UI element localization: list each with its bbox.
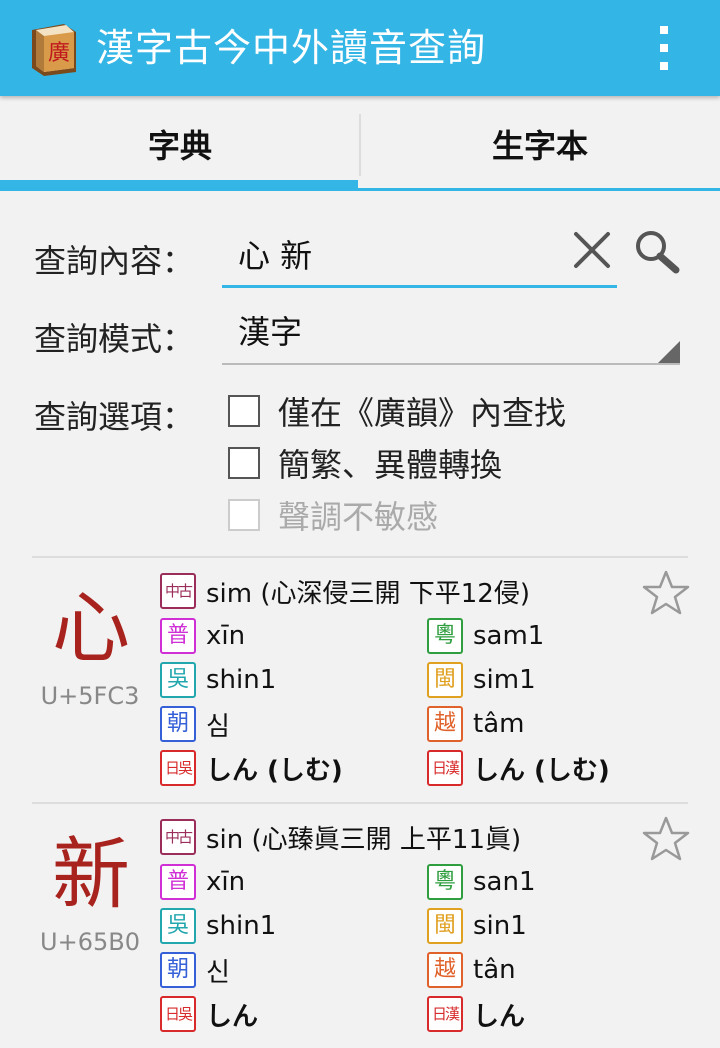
japanese-kan-badge: 日漢 (427, 750, 463, 786)
reading-value: shin1 (206, 911, 277, 941)
query-input[interactable]: 心 新 (222, 230, 617, 288)
tab-vocabulary[interactable]: 生字本 (360, 96, 720, 192)
search-icon[interactable] (632, 228, 682, 274)
reading-value: san1 (473, 867, 536, 897)
reading-middle-chinese: 中古 sin (心臻眞三開 上平11眞) (160, 817, 521, 857)
dropdown-triangle-icon (658, 341, 680, 363)
reading-value: sin (心臻眞三開 上平11眞) (206, 824, 522, 855)
middle-chinese-badge: 中古 (160, 819, 196, 855)
reading-japanese-go: 日吳 しん (しむ) (160, 748, 343, 788)
japanese-go-badge: 日吳 (160, 996, 196, 1032)
wu-badge: 吳 (160, 908, 196, 944)
reading-wu: 吳 shin1 (160, 906, 276, 946)
mandarin-badge: 普 (160, 618, 196, 654)
checkbox-tone-insensitive (228, 499, 260, 531)
minnan-badge: 閩 (427, 908, 463, 944)
reading-cantonese: 粵 sam1 (427, 616, 544, 656)
reading-korean: 朝 심 (160, 704, 230, 744)
clear-icon[interactable] (570, 228, 614, 272)
reading-value: xīn (206, 621, 246, 651)
reading-value: しん (しむ) (206, 755, 343, 786)
reading-value: しん (473, 1001, 526, 1032)
option-guangyun-only[interactable]: 僅在《廣韻》內查找 (228, 391, 567, 432)
entry-character: 心 (51, 584, 130, 674)
reading-korean: 朝 신 (160, 950, 230, 990)
tab-dictionary[interactable]: 字典 (0, 96, 360, 192)
reading-value: しん (206, 1001, 259, 1032)
options-label: 查詢選項： (34, 398, 195, 436)
tab-selected-indicator (0, 180, 358, 191)
entry-codepoint: U+65B0 (40, 928, 140, 956)
option-tone-insensitive: 聲調不敏感 (228, 495, 439, 536)
reading-value: しん (しむ) (473, 755, 610, 786)
result-entry[interactable]: 新 U+65B0 中古 sin (心臻眞三開 上平11眞) 普 xīn 粵 sa… (0, 804, 720, 1048)
option-label: 聲調不敏感 (278, 498, 439, 536)
entry-character: 新 (51, 830, 130, 920)
wu-badge: 吳 (160, 662, 196, 698)
app-title: 漢字古今中外讀音查詢 (96, 26, 487, 70)
reading-vietnamese: 越 tâm (427, 704, 524, 744)
japanese-go-badge: 日吳 (160, 750, 196, 786)
overflow-menu-icon[interactable] (652, 26, 676, 70)
reading-middle-chinese: 中古 sim (心深侵三開 下平12侵) (160, 571, 530, 611)
reading-value: xīn (206, 867, 246, 897)
reading-value: 심 (206, 711, 230, 742)
vietnamese-badge: 越 (427, 706, 463, 742)
cantonese-badge: 粵 (427, 864, 463, 900)
reading-wu: 吳 shin1 (160, 660, 276, 700)
reading-vietnamese: 越 tân (427, 950, 516, 990)
mandarin-badge: 普 (160, 864, 196, 900)
reading-value: shin1 (206, 665, 277, 695)
star-outline-icon[interactable] (641, 815, 691, 863)
reading-japanese-kan: 日漢 しん (427, 994, 525, 1034)
korean-badge: 朝 (160, 706, 196, 742)
reading-minnan: 閩 sin1 (427, 906, 527, 946)
mode-select-value: 漢字 (238, 313, 303, 351)
reading-value: sam1 (473, 621, 545, 651)
checkbox-guangyun-only[interactable] (228, 395, 260, 427)
option-variant-conversion[interactable]: 簡繁、異體轉換 (228, 443, 503, 484)
minnan-badge: 閩 (427, 662, 463, 698)
middle-chinese-badge: 中古 (160, 573, 196, 609)
cantonese-badge: 粵 (427, 618, 463, 654)
reading-value: sim1 (473, 665, 536, 695)
reading-value: 신 (206, 957, 230, 988)
query-label: 查詢內容： (34, 242, 195, 280)
mode-label: 查詢模式： (34, 320, 195, 358)
korean-badge: 朝 (160, 952, 196, 988)
japanese-kan-badge: 日漢 (427, 996, 463, 1032)
reading-value: sin1 (473, 911, 527, 941)
reading-mandarin: 普 xīn (160, 862, 245, 902)
vietnamese-badge: 越 (427, 952, 463, 988)
option-label: 僅在《廣韻》內查找 (278, 394, 567, 432)
tab-bar: 字典 生字本 (0, 96, 720, 192)
reading-japanese-go: 日吳 しん (160, 994, 258, 1034)
svg-text:廣: 廣 (48, 41, 70, 66)
reading-value: tân (473, 955, 516, 985)
reading-value: tâm (473, 709, 525, 739)
reading-cantonese: 粵 san1 (427, 862, 536, 902)
reading-minnan: 閩 sim1 (427, 660, 536, 700)
app-book-icon[interactable]: 廣 (26, 20, 82, 76)
result-entry[interactable]: 心 U+5FC3 中古 sim (心深侵三開 下平12侵) 普 xīn 粵 sa… (0, 558, 720, 802)
checkbox-variant-conversion[interactable] (228, 447, 260, 479)
reading-japanese-kan: 日漢 しん (しむ) (427, 748, 610, 788)
reading-value: sim (心深侵三開 下平12侵) (206, 578, 530, 609)
reading-mandarin: 普 xīn (160, 616, 245, 656)
entry-codepoint: U+5FC3 (40, 682, 140, 710)
mode-select[interactable]: 漢字 (222, 305, 680, 365)
app-bar: 廣 漢字古今中外讀音查詢 (0, 0, 720, 96)
star-outline-icon[interactable] (641, 569, 691, 617)
option-label: 簡繁、異體轉換 (278, 446, 503, 484)
